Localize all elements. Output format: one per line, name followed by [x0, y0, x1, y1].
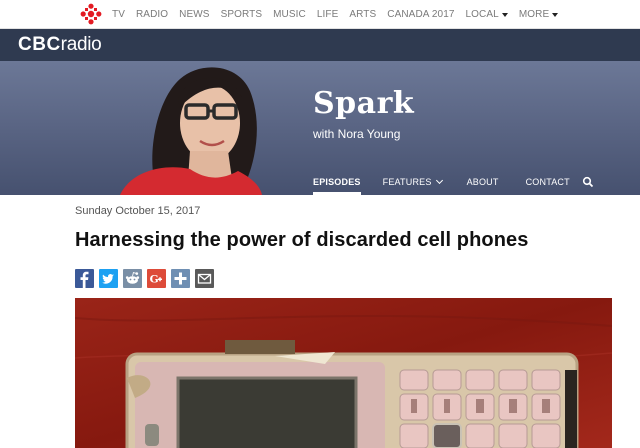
tab-contact[interactable]: CONTACT — [526, 177, 570, 187]
share-reddit-button[interactable] — [123, 269, 142, 288]
caret-down-icon — [501, 12, 508, 17]
nav-sports-label: SPORTS — [220, 9, 263, 20]
nav-tv-label: TV — [112, 9, 125, 20]
logo-cbc-text: CBC — [18, 34, 61, 55]
tab-episodes-label: EPISODES — [313, 177, 361, 187]
host-photo — [120, 67, 262, 195]
tab-about-label: ABOUT — [466, 177, 499, 187]
nav-life-label: LIFE — [316, 9, 339, 20]
share-facebook-button[interactable] — [75, 269, 94, 288]
old-cell-phone-image — [75, 298, 612, 448]
nav-more-dropdown[interactable]: MORE — [518, 9, 559, 20]
cbc-gem-icon[interactable] — [80, 3, 102, 25]
nav-arts-link[interactable]: ARTS — [349, 9, 376, 20]
share-more-button[interactable] — [171, 269, 190, 288]
email-icon — [197, 273, 212, 284]
share-google-plus-button[interactable]: G — [147, 269, 166, 288]
nav-life-link[interactable]: LIFE — [317, 9, 339, 20]
share-twitter-button[interactable] — [99, 269, 118, 288]
show-banner: Spark with Nora Young EPISODES FEATURES … — [0, 61, 640, 195]
nav-sports-link[interactable]: SPORTS — [221, 9, 263, 20]
add-share-icon — [174, 272, 187, 285]
nav-local-label: LOCAL — [465, 9, 499, 20]
show-title[interactable]: Spark — [313, 86, 414, 121]
article-date: Sunday October 15, 2017 — [75, 205, 201, 217]
nav-arts-label: ARTS — [349, 9, 377, 20]
tab-about[interactable]: ABOUT — [467, 177, 499, 187]
nav-music-label: MUSIC — [273, 9, 306, 20]
nav-more-label: MORE — [518, 9, 550, 20]
nav-canada-2017-label: CANADA 2017 — [387, 9, 455, 20]
nav-local-dropdown[interactable]: LOCAL — [466, 9, 508, 20]
nav-radio-label: RADIO — [135, 9, 169, 20]
svg-text:G: G — [150, 274, 159, 286]
top-nav-links: TV RADIO NEWS SPORTS MUSIC LIFE ARTS CAN… — [112, 0, 569, 29]
tab-contact-label: CONTACT — [525, 177, 570, 187]
logo-radio-text: radio — [60, 34, 102, 55]
nav-news-label: NEWS — [179, 9, 210, 20]
nav-music-link[interactable]: MUSIC — [273, 9, 306, 20]
nav-tv-link[interactable]: TV — [112, 9, 125, 20]
article-headline: Harnessing the power of discarded cell p… — [75, 229, 529, 251]
article-hero-image — [75, 298, 612, 448]
tab-features-label: FEATURES — [382, 177, 432, 187]
google-plus-icon: G — [150, 274, 162, 286]
nav-canada-2017-link[interactable]: CANADA 2017 — [387, 9, 454, 20]
share-buttons: G — [75, 269, 219, 288]
reddit-icon — [125, 272, 140, 284]
twitter-icon — [102, 274, 114, 284]
share-email-button[interactable] — [195, 269, 214, 288]
nav-radio-link[interactable]: RADIO — [136, 9, 168, 20]
tab-features[interactable]: FEATURES — [382, 176, 443, 187]
search-icon[interactable] — [582, 176, 594, 188]
show-navigation: EPISODES FEATURES ABOUT CONTACT — [313, 172, 594, 195]
nav-news-link[interactable]: NEWS — [179, 9, 209, 20]
show-subtitle: with Nora Young — [313, 127, 401, 141]
cbc-radio-logo[interactable]: CBCradio — [18, 34, 102, 56]
tab-episodes[interactable]: EPISODES — [313, 177, 361, 195]
cbc-radio-bar: CBCradio — [0, 29, 640, 61]
chevron-down-icon — [435, 176, 443, 185]
top-navigation: TV RADIO NEWS SPORTS MUSIC LIFE ARTS CAN… — [0, 0, 640, 29]
facebook-icon — [80, 271, 89, 288]
caret-down-icon — [552, 12, 559, 17]
